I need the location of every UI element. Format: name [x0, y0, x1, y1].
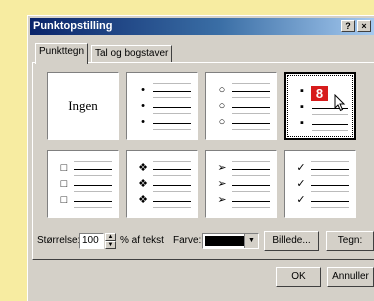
mouse-pointer-icon	[334, 94, 346, 112]
bullet-style-dot[interactable]: • • •	[126, 72, 198, 140]
dot-bullet-icon: •	[141, 116, 145, 128]
checkmark-bullet-icon: ✓	[296, 194, 306, 206]
bullet-none-label: Ingen	[68, 98, 98, 113]
chevron-down-icon[interactable]: ▼	[244, 234, 258, 248]
arrow-bullet-icon: ➢	[217, 194, 227, 206]
color-select[interactable]: ▼	[202, 233, 259, 249]
circle-bullet-icon: ○	[218, 116, 226, 128]
bullet-style-arrow[interactable]: ➢ ➢ ➢	[205, 150, 277, 218]
help-icon[interactable]: ?	[341, 20, 355, 32]
picture-button[interactable]: Billede...	[264, 231, 319, 251]
bullet-style-diamond[interactable]: ❖ ❖ ❖	[126, 150, 198, 218]
diamond-bullet-icon: ❖	[138, 178, 148, 190]
dot-bullet-icon: •	[141, 100, 145, 112]
hollow-square-bullet-icon: □	[60, 178, 68, 190]
checkmark-bullet-icon: ✓	[296, 162, 306, 174]
spin-down-icon[interactable]: ▼	[105, 241, 116, 249]
dot-bullet-icon: •	[141, 84, 145, 96]
color-label: Farve:	[173, 235, 202, 246]
arrow-bullet-icon: ➢	[217, 178, 227, 190]
size-input[interactable]: 100	[79, 233, 104, 249]
hollow-square-bullet-icon: □	[60, 194, 68, 206]
close-icon[interactable]: ×	[357, 20, 371, 32]
ok-button[interactable]: OK	[276, 267, 321, 287]
diamond-bullet-icon: ❖	[138, 194, 148, 206]
square-bullet-icon: ▪	[300, 117, 304, 129]
size-spinner[interactable]: ▲ ▼	[105, 233, 116, 249]
diamond-bullet-icon: ❖	[138, 162, 148, 174]
square-bullet-icon: ▪	[300, 85, 304, 97]
circle-bullet-icon: ○	[218, 100, 226, 112]
tab-bullets-label: Punkttegn	[39, 46, 85, 57]
square-bullet-icon: ▪	[300, 101, 304, 113]
size-label: Størrelse:	[37, 235, 81, 246]
checkmark-bullet-icon: ✓	[296, 178, 306, 190]
size-unit-label: % af tekst	[120, 235, 164, 246]
character-button[interactable]: Tegn:	[326, 231, 374, 251]
bullet-style-none[interactable]: Ingen	[47, 72, 119, 140]
tab-numbered-label: Tal og bogstaver	[95, 48, 169, 59]
tab-bullets[interactable]: Punkttegn	[35, 43, 89, 64]
color-swatch	[205, 236, 245, 246]
step-number-badge: 8	[311, 86, 328, 101]
spin-up-icon[interactable]: ▲	[105, 233, 116, 241]
bullet-style-checkmark[interactable]: ✓ ✓ ✓	[284, 150, 356, 218]
bullet-style-square-selected[interactable]: ▪ ▪ ▪ 8	[284, 72, 356, 140]
bullet-style-hollow-square[interactable]: □ □ □	[47, 150, 119, 218]
bullet-style-circle[interactable]: ○ ○ ○	[205, 72, 277, 140]
hollow-square-bullet-icon: □	[60, 162, 68, 174]
title-bar: Punktopstilling ? ×	[30, 18, 374, 35]
arrow-bullet-icon: ➢	[217, 162, 227, 174]
bullets-dialog: Punktopstilling ? × Punkttegn Tal og bog…	[27, 15, 374, 301]
circle-bullet-icon: ○	[218, 84, 226, 96]
cancel-button[interactable]: Annuller	[327, 267, 374, 287]
tab-numbered[interactable]: Tal og bogstaver	[91, 45, 173, 63]
dialog-title: Punktopstilling	[33, 20, 113, 32]
